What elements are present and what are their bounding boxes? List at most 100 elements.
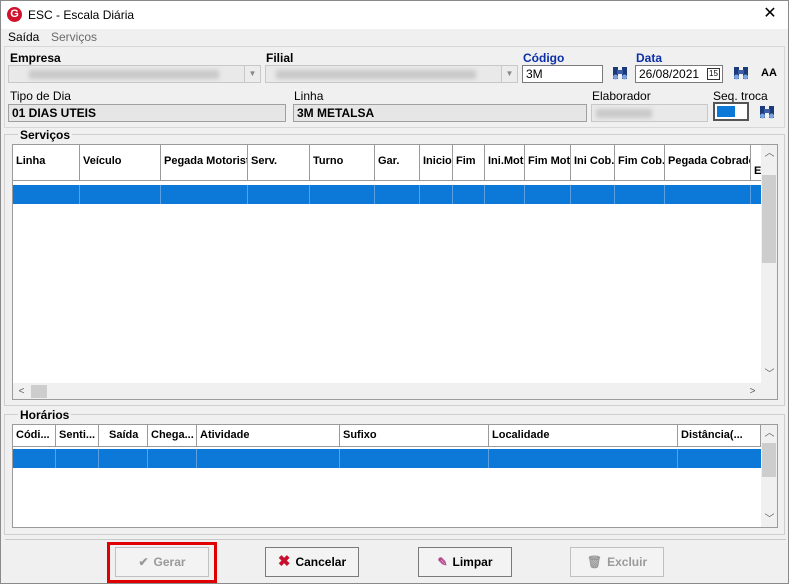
binoculars-icon xyxy=(613,67,627,80)
cancelar-button[interactable]: ✖ Cancelar xyxy=(265,547,359,577)
scroll-down-icon[interactable]: ﹀ xyxy=(761,366,777,383)
col-gar[interactable]: Gar. xyxy=(375,145,420,181)
col-inicio[interactable]: Inicio xyxy=(420,145,453,181)
col-ini-mot[interactable]: Ini.Mot. xyxy=(485,145,525,181)
data-value: 26/08/2021 xyxy=(639,67,700,81)
binoculars-icon xyxy=(734,67,748,80)
filial-select[interactable]: ▼ xyxy=(265,65,518,83)
col-distancia[interactable]: Distância(... xyxy=(678,425,761,447)
table-cell xyxy=(665,185,751,204)
scroll-thumb[interactable] xyxy=(762,175,776,263)
tipo-dia-field: 01 DIAS UTEIS xyxy=(8,104,286,122)
servicos-selected-row[interactable] xyxy=(13,185,763,204)
empresa-label: Empresa xyxy=(10,51,61,65)
table-cell xyxy=(13,449,56,468)
table-cell xyxy=(485,185,525,204)
col-codigo[interactable]: Códi... xyxy=(13,425,56,447)
table-cell xyxy=(248,185,310,204)
footer-divider xyxy=(5,539,786,540)
col-sentido[interactable]: Senti... xyxy=(56,425,99,447)
menu-bar: Saída Serviços xyxy=(1,29,788,46)
col-saida[interactable]: Saída xyxy=(99,425,148,447)
chevron-down-icon[interactable]: ▼ xyxy=(501,66,517,82)
cancelar-label: Cancelar xyxy=(295,555,347,569)
servicos-vscrollbar[interactable]: ︿ ﹀ xyxy=(761,145,777,383)
col-localidade[interactable]: Localidade xyxy=(489,425,678,447)
col-veiculo[interactable]: Veículo xyxy=(80,145,161,181)
table-cell xyxy=(615,185,665,204)
table-cell xyxy=(571,185,615,204)
excluir-button[interactable]: 🗑 Excluir xyxy=(570,547,664,577)
eraser-icon: ✎ xyxy=(437,555,448,569)
col-serv[interactable]: Serv. xyxy=(248,145,310,181)
col-fim[interactable]: Fim xyxy=(453,145,485,181)
col-fim-mot[interactable]: Fim Mot. xyxy=(525,145,571,181)
scroll-up-icon[interactable]: ︿ xyxy=(761,425,777,442)
scroll-up-icon[interactable]: ︿ xyxy=(761,145,777,162)
table-cell xyxy=(375,185,420,204)
col-linha[interactable]: Linha xyxy=(13,145,80,181)
trash-icon: 🗑 xyxy=(586,555,603,569)
table-cell xyxy=(310,185,375,204)
table-cell xyxy=(99,449,148,468)
table-cell xyxy=(56,449,99,468)
col-ini-cob[interactable]: Ini Cob. xyxy=(571,145,615,181)
seq-troca-label: Seq. troca xyxy=(713,89,768,103)
seq-troca-field[interactable] xyxy=(713,102,749,121)
calendar-icon[interactable]: 15 xyxy=(707,68,720,80)
title-bar: G ESC - Escala Diária ✕ xyxy=(1,1,788,29)
scroll-thumb[interactable] xyxy=(762,443,776,477)
window-title: ESC - Escala Diária xyxy=(28,8,135,22)
table-cell xyxy=(489,449,678,468)
horarios-title: Horários xyxy=(18,408,72,422)
table-cell xyxy=(197,449,340,468)
col-sufixo[interactable]: Sufixo xyxy=(340,425,489,447)
horarios-selected-row[interactable] xyxy=(13,449,761,468)
codigo-input[interactable]: 3M xyxy=(522,65,603,83)
empresa-select[interactable]: ▼ xyxy=(8,65,261,83)
servicos-grid[interactable]: Linha Veículo Pegada Motorista Serv. Tur… xyxy=(12,144,778,400)
limpar-label: Limpar xyxy=(452,555,493,569)
app-logo-icon: G xyxy=(7,7,22,22)
servicos-hscrollbar[interactable]: < > xyxy=(13,383,761,399)
filial-redacted-value xyxy=(276,70,476,79)
elaborador-field xyxy=(591,104,708,122)
tipo-dia-label: Tipo de Dia xyxy=(10,89,71,103)
col-chegada[interactable]: Chega... xyxy=(148,425,197,447)
empresa-redacted-value xyxy=(29,70,219,79)
col-pegada-cobrador[interactable]: Pegada Cobrador xyxy=(665,145,751,181)
elaborador-redacted-value xyxy=(596,109,652,118)
scroll-thumb[interactable] xyxy=(31,385,47,398)
codigo-label: Código xyxy=(523,51,565,65)
search-codigo-button[interactable] xyxy=(609,63,631,85)
scroll-down-icon[interactable]: ﹀ xyxy=(761,511,777,527)
scroll-left-icon[interactable]: < xyxy=(13,383,30,399)
linha-field: 3M METALSA xyxy=(293,104,587,122)
col-pegada-motorista[interactable]: Pegada Motorista xyxy=(161,145,248,181)
menu-saida[interactable]: Saída xyxy=(8,30,39,44)
search-seq-button[interactable] xyxy=(756,102,778,124)
close-button[interactable]: ✕ xyxy=(760,4,780,24)
table-cell xyxy=(340,449,489,468)
table-cell xyxy=(148,449,197,468)
horarios-grid[interactable]: Códi... Senti... Saída Chega... Atividad… xyxy=(12,424,778,528)
col-fim-cob[interactable]: Fim Cob. xyxy=(615,145,665,181)
filial-label: Filial xyxy=(266,51,294,65)
main-window: G ESC - Escala Diária ✕ Saída Serviços E… xyxy=(0,0,789,584)
scroll-right-icon[interactable]: > xyxy=(744,383,761,399)
limpar-button[interactable]: ✎ Limpar xyxy=(418,547,512,577)
seq-troca-color xyxy=(717,106,735,117)
col-atividade[interactable]: Atividade xyxy=(197,425,340,447)
data-input[interactable]: 26/08/2021 15 xyxy=(635,65,723,83)
table-cell xyxy=(420,185,453,204)
search-data-button[interactable] xyxy=(730,63,752,85)
gerar-highlight-box xyxy=(107,542,217,583)
servicos-title: Serviços xyxy=(18,128,73,142)
elaborador-label: Elaborador xyxy=(592,89,651,103)
menu-servicos[interactable]: Serviços xyxy=(51,30,97,44)
table-cell xyxy=(161,185,248,204)
chevron-down-icon[interactable]: ▼ xyxy=(244,66,260,82)
col-turno[interactable]: Turno xyxy=(310,145,375,181)
horarios-vscrollbar[interactable]: ︿ ﹀ xyxy=(761,425,777,527)
font-size-icon[interactable]: AA xyxy=(761,67,777,79)
